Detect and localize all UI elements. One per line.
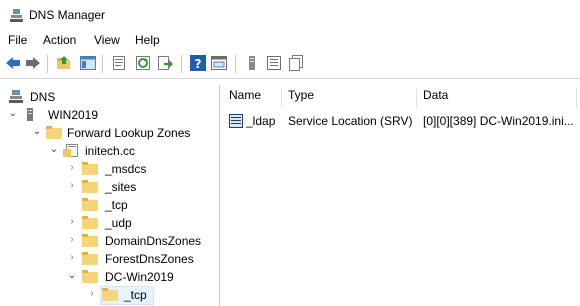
chevron-down-icon[interactable]: ⌄: [48, 144, 60, 156]
cell-name: _ldap: [246, 114, 276, 128]
refresh-icon[interactable]: [135, 55, 151, 71]
tree-item-label: _msdcs: [105, 162, 147, 176]
column-header-data[interactable]: Data: [423, 88, 448, 108]
tree-item-label: _tcp: [124, 288, 147, 302]
toolbar-separator: [47, 55, 48, 73]
up-folder-icon[interactable]: [56, 55, 72, 71]
properties-icon[interactable]: [111, 55, 127, 71]
tree-item-label: ForestDnsZones: [105, 252, 194, 266]
window-title: DNS Manager: [29, 8, 106, 22]
column-divider[interactable]: [576, 88, 577, 108]
tree-item-label: _tcp: [105, 198, 128, 212]
list-icon[interactable]: [266, 55, 282, 71]
toolbar-separator: [181, 55, 182, 73]
chevron-right-icon[interactable]: ›: [86, 288, 98, 300]
tree-item-domaindnszones[interactable]: › DomainDnsZones: [0, 232, 219, 250]
dns-manager-icon: [10, 9, 23, 22]
menu-action[interactable]: Action: [43, 33, 76, 47]
chevron-down-icon[interactable]: ⌄: [7, 108, 19, 120]
back-icon[interactable]: [5, 55, 21, 71]
show-hide-tree-icon[interactable]: [80, 55, 96, 71]
tree-item-label: DomainDnsZones: [105, 234, 202, 248]
menu-file[interactable]: File: [8, 33, 27, 47]
folder-icon: [82, 162, 98, 175]
folder-icon: [46, 126, 62, 139]
tree-item-label: initech.cc: [85, 144, 136, 158]
toolbar: ?: [0, 51, 580, 79]
cell-data: [0][0][389] DC-Win2019.ini...: [423, 114, 574, 128]
server-icon: [27, 108, 33, 121]
column-header-name[interactable]: Name: [229, 88, 261, 108]
cell-type: Service Location (SRV): [288, 114, 413, 128]
folder-icon: [102, 288, 118, 301]
column-header-type[interactable]: Type: [288, 88, 314, 108]
folder-icon: [82, 252, 98, 265]
server-icon[interactable]: [244, 55, 260, 71]
folder-icon: [82, 180, 98, 193]
srv-record-icon: [229, 114, 243, 128]
chevron-right-icon[interactable]: ›: [66, 180, 78, 192]
tree-item-forestdnszones[interactable]: › ForestDnsZones: [0, 250, 219, 268]
title-bar: DNS Manager: [0, 0, 580, 30]
menu-view[interactable]: View: [94, 33, 120, 47]
column-divider[interactable]: [416, 88, 417, 108]
tree-item-sites[interactable]: › _sites: [0, 178, 219, 196]
tree-item-msdcs[interactable]: › _msdcs: [0, 160, 219, 178]
folder-icon: [82, 270, 98, 283]
column-divider[interactable]: [281, 88, 282, 108]
zone-icon: [63, 144, 78, 157]
toolbar-separator: [102, 55, 103, 73]
dns-icon: [9, 90, 23, 103]
forward-icon[interactable]: [25, 55, 41, 71]
chevron-right-icon[interactable]: ›: [66, 252, 78, 264]
tree-item-udp[interactable]: › _udp: [0, 214, 219, 232]
menu-help[interactable]: Help: [135, 33, 160, 47]
svg-text:?: ?: [195, 57, 202, 71]
console-tree[interactable]: DNS ⌄ WIN2019 ⌄ Forward Lookup Zones ⌄ i…: [0, 85, 220, 306]
copy-icon[interactable]: [288, 55, 304, 71]
chevron-right-icon[interactable]: ›: [66, 234, 78, 246]
tree-item-label: _udp: [105, 216, 132, 230]
folder-icon: [82, 216, 98, 229]
tree-item-dns[interactable]: DNS: [0, 88, 219, 106]
chevron-down-icon[interactable]: ⌄: [66, 270, 78, 282]
chevron-right-icon[interactable]: ›: [66, 216, 78, 228]
export-list-icon[interactable]: [157, 55, 173, 71]
tree-item-tcp[interactable]: _tcp: [0, 196, 219, 214]
toolbar-separator: [235, 55, 236, 73]
menu-bar: File Action View Help: [0, 30, 580, 50]
folder-icon: [82, 198, 98, 211]
tree-item-label: DNS: [30, 90, 56, 104]
help-icon[interactable]: ?: [190, 55, 206, 71]
chevron-down-icon[interactable]: ⌄: [31, 126, 43, 138]
tree-item-server[interactable]: ⌄ WIN2019: [0, 106, 219, 124]
tree-item-label: _sites: [105, 180, 137, 194]
tree-item-label: WIN2019: [48, 108, 99, 122]
folder-icon: [82, 234, 98, 247]
chevron-right-icon[interactable]: ›: [66, 162, 78, 174]
tree-item-forward-lookup-zones[interactable]: ⌄ Forward Lookup Zones: [0, 124, 219, 142]
tree-item-label: Forward Lookup Zones: [67, 126, 191, 140]
tree-item-dc-win2019[interactable]: ⌄ DC-Win2019: [0, 268, 219, 286]
console-tree-icon[interactable]: [211, 55, 227, 71]
results-list[interactable]: Name Type Data _ldap Service Location (S…: [221, 85, 580, 306]
tree-item-dc-tcp[interactable]: › _tcp: [0, 286, 219, 305]
tree-item-label: DC-Win2019: [105, 270, 174, 284]
tree-item-zone-initech[interactable]: ⌄ initech.cc: [0, 142, 219, 160]
